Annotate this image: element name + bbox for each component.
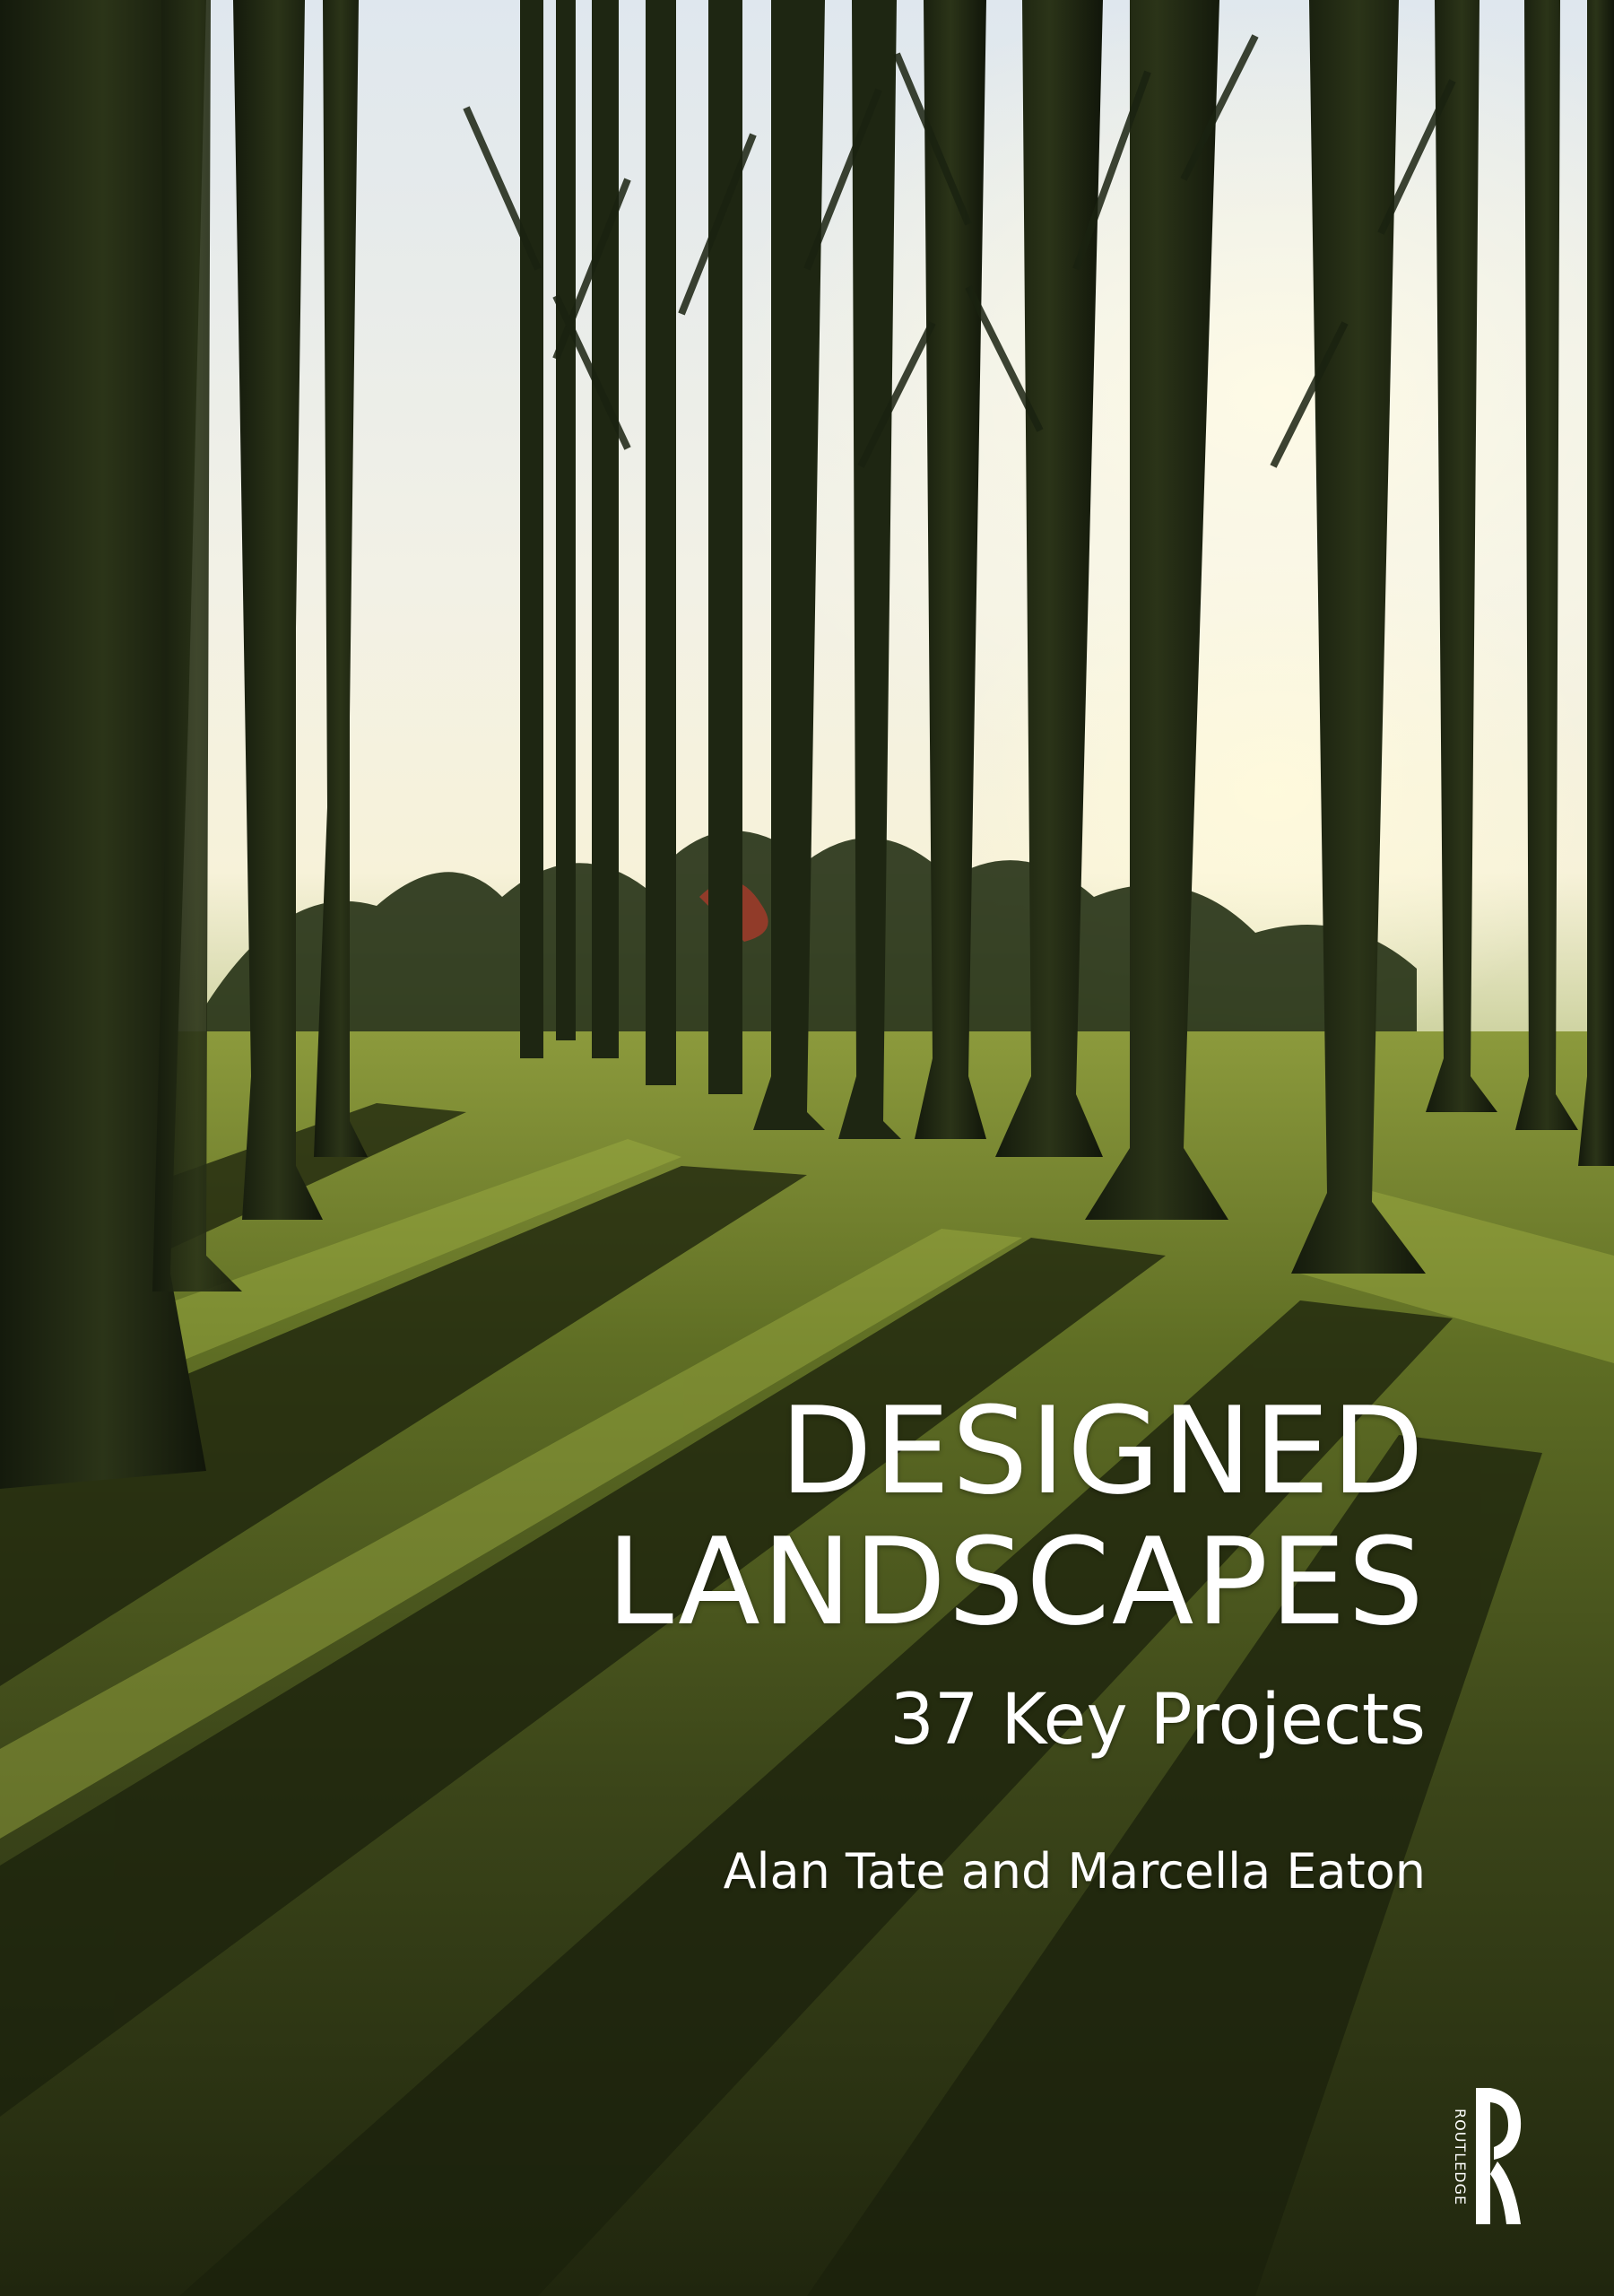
- publisher-mark: ROUTLEDGE: [1445, 2081, 1528, 2233]
- publisher-name: ROUTLEDGE: [1452, 2108, 1469, 2206]
- book-authors: Alan Tate and Marcella Eaton: [723, 1843, 1426, 1900]
- book-title-line-1: DESIGNED: [779, 1381, 1426, 1521]
- book-cover: DESIGNED LANDSCAPES 37 Key Projects Alan…: [0, 0, 1614, 2296]
- cover-text-block: DESIGNED LANDSCAPES 37 Key Projects Alan…: [350, 1386, 1426, 1900]
- book-subtitle: 37 Key Projects: [889, 1680, 1426, 1761]
- book-title-line-2: LANDSCAPES: [606, 1512, 1426, 1652]
- tree-avenue-photo: [0, 0, 1614, 2296]
- routledge-r-logo-icon: [1476, 2088, 1522, 2224]
